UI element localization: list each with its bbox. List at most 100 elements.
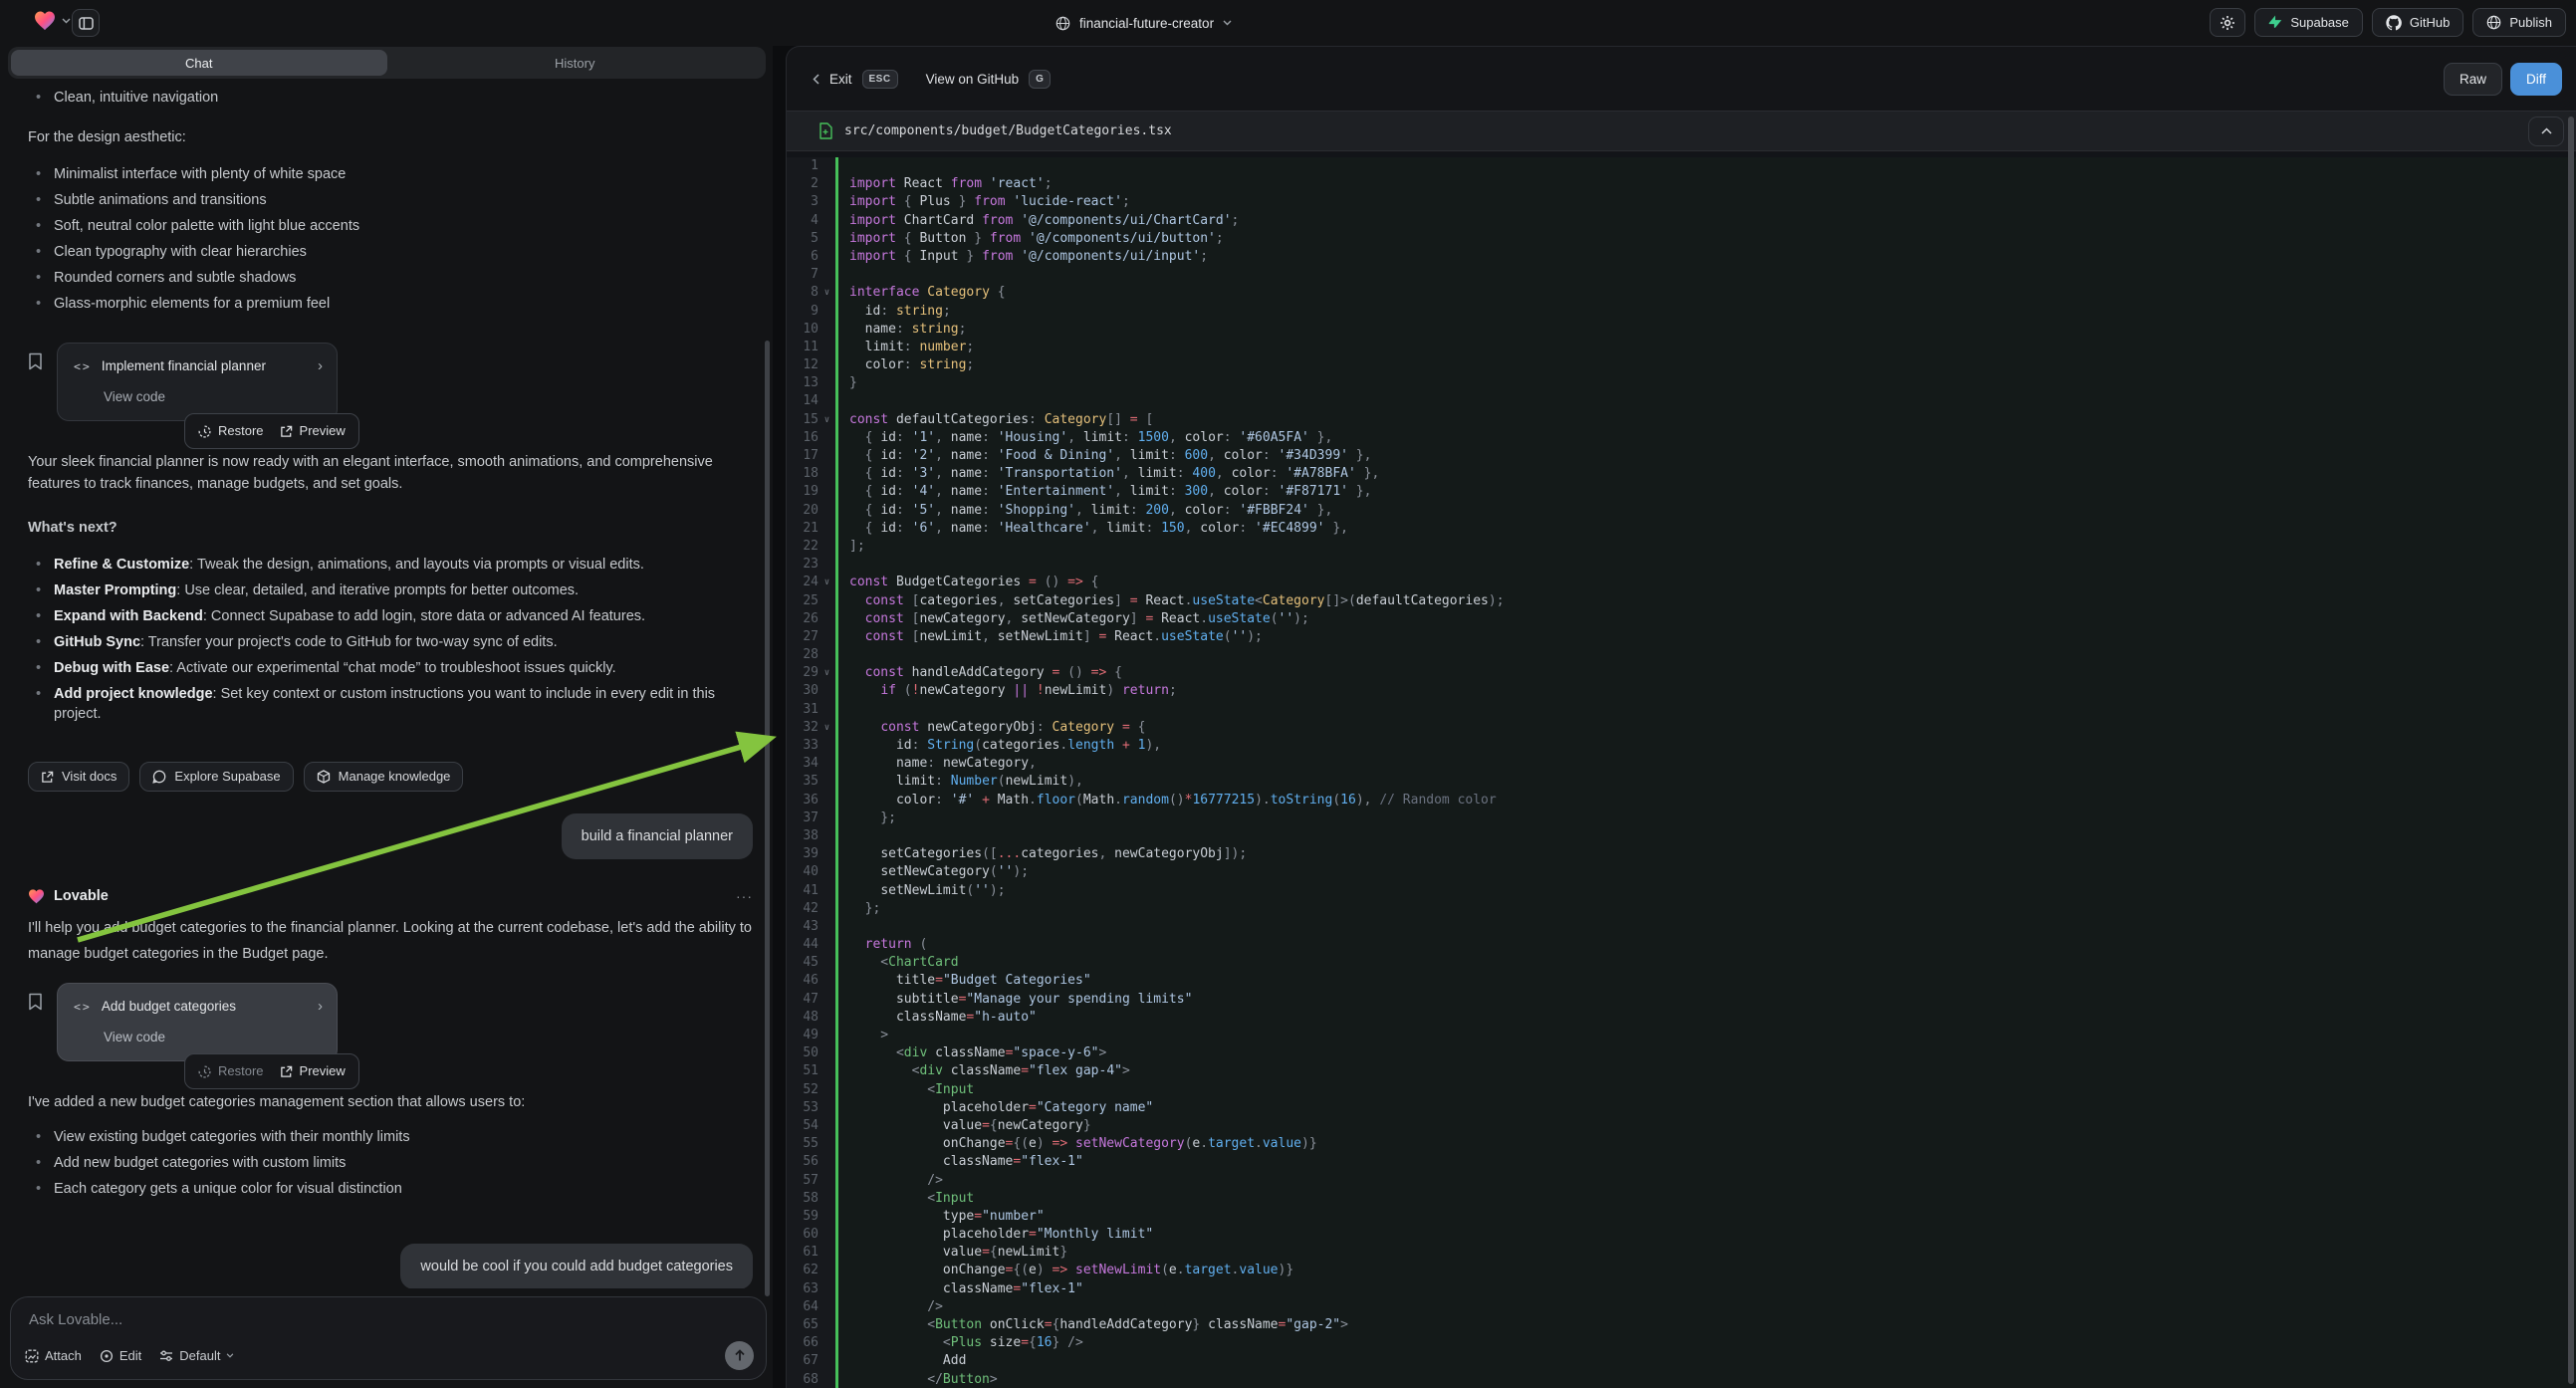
bookmark-icon[interactable] (28, 352, 43, 370)
code-line: 6import { Input } from '@/components/ui/… (787, 248, 2576, 266)
code-line: 58 <Input (787, 1190, 2576, 1208)
code-line: 48 className="h-auto" (787, 1009, 2576, 1027)
code-line: 16 { id: '1', name: 'Housing', limit: 15… (787, 429, 2576, 447)
code-line: 21 { id: '6', name: 'Healthcare', limit:… (787, 520, 2576, 538)
code-scrollbar[interactable] (2568, 116, 2574, 1384)
code-panel: Exit ESC View on GitHub G Raw Diff src/c… (786, 46, 2576, 1388)
attach-button[interactable]: Attach (25, 1348, 82, 1363)
code-line: 18 { id: '3', name: 'Transportation', li… (787, 465, 2576, 483)
topbar: financial-future-creator Supabase GitHub… (0, 0, 2576, 46)
code-line: 67 Add (787, 1352, 2576, 1370)
version-card-add-budget-categories[interactable]: <> Add budget categories › View code (57, 983, 338, 1061)
chevron-down-icon (62, 18, 71, 24)
code-line: 38 (787, 827, 2576, 845)
help-paragraph: I'll help you add budget categories to t… (28, 915, 753, 967)
code-line: 62 onChange={(e) => setNewLimit(e.target… (787, 1262, 2576, 1279)
code-line: 55 onChange={(e) => setNewCategory(e.tar… (787, 1135, 2576, 1153)
view-on-github-button[interactable]: View on GitHub G (926, 70, 1052, 89)
list-item: Debug with Ease: Activate our experiment… (28, 658, 753, 678)
code-line: 9 id: string; (787, 303, 2576, 321)
publish-label: Publish (2509, 15, 2552, 30)
code-line: 20 { id: '5', name: 'Shopping', limit: 2… (787, 502, 2576, 520)
lovable-logo-menu[interactable] (34, 11, 71, 31)
code-line: 36 color: '#' + Math.floor(Math.random()… (787, 792, 2576, 810)
project-switcher[interactable]: financial-future-creator (1055, 0, 1232, 46)
file-header[interactable]: src/components/budget/BudgetCategories.t… (787, 111, 2576, 151)
collapse-file-button[interactable] (2528, 116, 2564, 146)
supabase-icon (2268, 15, 2282, 30)
code-line: 40 setNewCategory(''); (787, 863, 2576, 881)
edit-button[interactable]: Edit (100, 1348, 141, 1363)
github-button[interactable]: GitHub (2372, 8, 2463, 37)
view-code-link[interactable]: View code (104, 386, 323, 408)
code-line: 26 const [newCategory, setNewCategory] =… (787, 610, 2576, 628)
chat-input-placeholder: Ask Lovable... (29, 1311, 750, 1328)
restore-button[interactable]: Restore (198, 420, 264, 442)
preview-button[interactable]: Preview (280, 1060, 346, 1082)
raw-toggle-button[interactable]: Raw (2444, 63, 2502, 96)
chat-messages[interactable]: Clean, intuitive navigation For the desi… (0, 84, 773, 1288)
code-line: 66 <Plus size={16} /> (787, 1334, 2576, 1352)
code-line: 25 const [categories, setCategories] = R… (787, 592, 2576, 610)
settings-button[interactable] (2210, 8, 2245, 37)
list-item: View existing budget categories with the… (28, 1129, 753, 1146)
preview-button[interactable]: Preview (280, 420, 346, 442)
bookmark-icon[interactable] (28, 993, 43, 1011)
version-card-implement-financial-planner[interactable]: <> Implement financial planner › View co… (57, 343, 338, 421)
suggestion-chips: Visit docs Explore Supabase Manage knowled… (28, 762, 753, 792)
target-icon (100, 1349, 114, 1363)
code-line: 32∨ const newCategoryObj: Category = { (787, 719, 2576, 737)
code-line: 49 > (787, 1027, 2576, 1044)
code-line: 8∨interface Category { (787, 284, 2576, 302)
code-icon: <> (74, 996, 92, 1018)
publish-button[interactable]: Publish (2472, 8, 2566, 37)
chip-visit-docs[interactable]: Visit docs (28, 762, 129, 792)
code-line: 52 <Input (787, 1081, 2576, 1099)
chat-scrollbar[interactable] (765, 341, 770, 1296)
code-line: 54 value={newCategory} (787, 1117, 2576, 1135)
sidebar-toggle-button[interactable] (72, 9, 100, 37)
chat-input-box[interactable]: Ask Lovable... Attach Edit Default (10, 1296, 767, 1380)
supabase-button[interactable]: Supabase (2254, 8, 2363, 37)
code-line: 59 type="number" (787, 1208, 2576, 1226)
code-line: 27 const [newLimit, setNewLimit] = React… (787, 628, 2576, 646)
code-line: 51 <div className="flex gap-4"> (787, 1062, 2576, 1080)
chevron-right-icon: › (318, 355, 323, 377)
chip-explore-supabase[interactable]: Explore Supabase (139, 762, 293, 792)
code-line: 44 return ( (787, 936, 2576, 954)
code-line: 39 setCategories([...categories, newCate… (787, 845, 2576, 863)
view-code-link[interactable]: View code (104, 1027, 323, 1048)
diff-toggle-button[interactable]: Diff (2510, 63, 2562, 96)
tab-chat[interactable]: Chat (11, 50, 387, 76)
exit-button[interactable]: Exit ESC (813, 70, 898, 89)
image-icon (25, 1349, 39, 1363)
more-menu-button[interactable]: ··· (736, 885, 753, 907)
list-item: Minimalist interface with plenty of whit… (28, 166, 753, 183)
tab-history[interactable]: History (387, 50, 764, 76)
list-item: Soft, neutral color palette with light b… (28, 218, 753, 235)
code-line: 19 { id: '4', name: 'Entertainment', lim… (787, 483, 2576, 501)
restore-icon (198, 425, 211, 438)
code-line: 53 placeholder="Category name" (787, 1099, 2576, 1117)
send-button[interactable] (725, 1341, 754, 1370)
code-line: 64 /> (787, 1298, 2576, 1316)
mode-selector[interactable]: Default (159, 1348, 234, 1363)
code-line: 11 limit: number; (787, 339, 2576, 356)
file-path: src/components/budget/BudgetCategories.t… (844, 123, 1172, 138)
restore-button[interactable]: Restore (198, 1060, 264, 1082)
code-line: 68 </Button> (787, 1371, 2576, 1388)
code-line: 23 (787, 556, 2576, 574)
code-line: 60 placeholder="Monthly limit" (787, 1226, 2576, 1244)
external-link-icon (280, 425, 293, 438)
list-item: Each category gets a unique color for vi… (28, 1181, 753, 1198)
chevron-left-icon (813, 74, 820, 85)
code-editor[interactable]: 12import React from 'react';3import { Pl… (787, 152, 2576, 1388)
whats-next-heading: What's next? (28, 517, 753, 539)
chip-manage-knowledge[interactable]: Manage knowledge (304, 762, 464, 792)
code-line: 7 (787, 266, 2576, 284)
globe-icon (1055, 16, 1070, 31)
version-actions: Restore Preview (184, 1053, 359, 1089)
code-line: 45 <ChartCard (787, 954, 2576, 972)
version-card-title: Add budget categories (102, 996, 236, 1018)
code-line: 3import { Plus } from 'lucide-react'; (787, 193, 2576, 211)
